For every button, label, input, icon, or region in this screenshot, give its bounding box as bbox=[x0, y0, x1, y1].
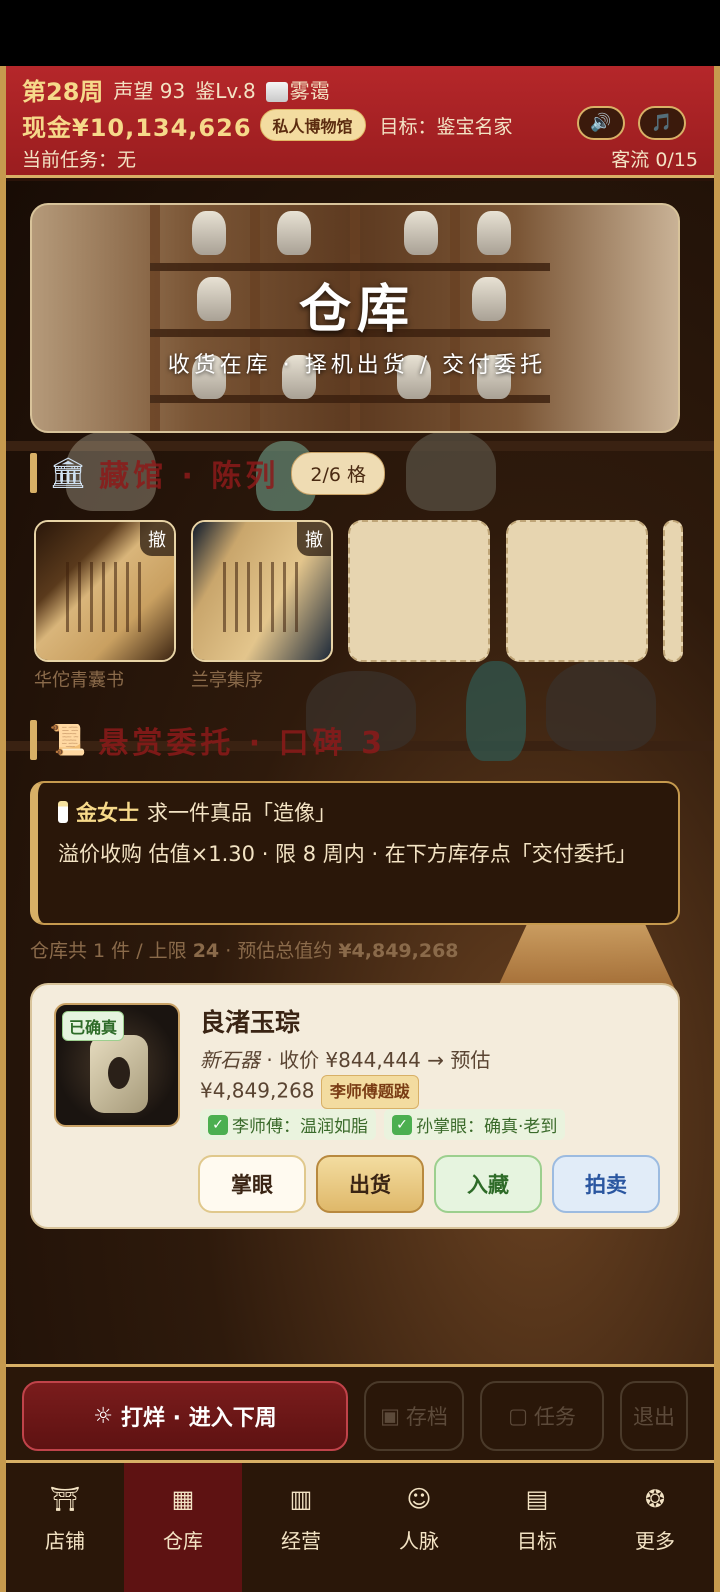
commission-section-header: 📜 悬赏委托 · 口碑 3 bbox=[30, 718, 386, 762]
item-era: 新石器 bbox=[200, 1048, 260, 1072]
tasks-button[interactable]: ▢ 任务 bbox=[480, 1381, 604, 1451]
inventory-summary: 仓库共 1 件 / 上限 24 · 预估总值约 ¥4,849,268 bbox=[30, 936, 459, 963]
bottom-tab-bar: ⛩ 店铺 ▦ 仓库 ▥ 经营 ☺ 人脉 ▤ 目标 ❂ 更多 bbox=[6, 1460, 714, 1592]
client-request: 求一件真品「造像」 bbox=[147, 801, 336, 825]
museum-button[interactable]: 私人博物馆 bbox=[259, 109, 366, 141]
gallery-item-label: 兰亭集序 bbox=[191, 670, 263, 691]
gallery-slot-empty[interactable] bbox=[663, 520, 683, 662]
appraisal-level: 鉴Lv.8 bbox=[195, 78, 256, 103]
inventory-item-card[interactable]: 已确真 良渚玉琮 新石器 · 收价 ¥844,444 → 预估 ¥4,849,2… bbox=[30, 983, 680, 1229]
gallery-slot[interactable]: 撤 bbox=[34, 520, 176, 662]
week-counter: 第28周 bbox=[22, 77, 104, 106]
chest-icon: ▦ bbox=[171, 1485, 195, 1513]
gallery-title: 藏馆 · 陈列 bbox=[99, 459, 280, 494]
gallery-item-label: 华佗青囊书 bbox=[34, 670, 124, 691]
sell-button[interactable]: 出货 bbox=[316, 1155, 424, 1213]
gourd-icon: ❂ bbox=[644, 1485, 666, 1513]
gallery-slot[interactable]: 撤 bbox=[191, 520, 333, 662]
warehouse-banner: 仓库 收货在库 · 择机出货 / 交付委托 bbox=[30, 203, 680, 433]
tab-shop[interactable]: ⛩ 店铺 bbox=[6, 1463, 124, 1592]
reputation: 声望 93 bbox=[113, 78, 186, 103]
commission-card[interactable]: 金女士 求一件真品「造像」 溢价收购 估值×1.30 · 限 8 周内 · 在下… bbox=[30, 781, 680, 925]
tab-more[interactable]: ❂ 更多 bbox=[596, 1463, 714, 1592]
tab-warehouse[interactable]: ▦ 仓库 bbox=[124, 1463, 242, 1592]
section-accent-bar bbox=[30, 453, 37, 493]
item-estimate: ¥4,849,268 bbox=[200, 1078, 315, 1103]
scroll-icon: 📜 bbox=[49, 722, 87, 758]
total-value: ¥4,849,268 bbox=[338, 940, 459, 962]
appraisal-tag: ✓ 孙掌眼：确真·老到 bbox=[384, 1109, 566, 1140]
goal-label: 目标：鉴宝名家 bbox=[379, 115, 513, 138]
client-name: 金女士 bbox=[76, 801, 139, 825]
cash-balance: 现金¥10,134,626 bbox=[22, 113, 252, 142]
commission-details: 溢价收购 估值×1.30 · 限 8 周内 · 在下方库存点「交付委托」 bbox=[58, 842, 637, 866]
check-icon: ✓ bbox=[392, 1114, 412, 1135]
verified-badge: 已确真 bbox=[62, 1011, 125, 1041]
page-title: 仓库 bbox=[298, 280, 415, 340]
scroll-icon: ▤ bbox=[525, 1485, 549, 1513]
page-subtitle: 收货在库 · 择机出货 / 交付委托 bbox=[167, 353, 547, 378]
tab-goals[interactable]: ▤ 目标 bbox=[478, 1463, 596, 1592]
museum-icon: 🏛 bbox=[49, 455, 88, 491]
current-task: 当前任务：无 bbox=[22, 148, 137, 171]
appraisal-tag: ✓ 李师傅：温润如脂 bbox=[200, 1109, 376, 1140]
fog-icon bbox=[265, 82, 288, 102]
music-toggle-button[interactable]: 🎵 bbox=[638, 106, 686, 140]
weather-status: 雾霭 bbox=[265, 75, 330, 104]
check-icon: ✓ bbox=[208, 1114, 228, 1135]
value-text: · 预估总值约 bbox=[219, 940, 339, 962]
gallery-slot-empty[interactable] bbox=[348, 520, 490, 662]
auction-button[interactable]: 拍卖 bbox=[552, 1155, 660, 1213]
weather-label: 雾霭 bbox=[289, 78, 330, 103]
remove-button[interactable]: 撤 bbox=[297, 522, 331, 556]
inventory-limit: 24 bbox=[192, 940, 220, 962]
sound-toggle-button[interactable]: 🔊 bbox=[577, 106, 625, 140]
save-button[interactable]: ▣ 存档 bbox=[364, 1381, 464, 1451]
remove-button[interactable]: 撤 bbox=[140, 522, 174, 556]
tab-contacts[interactable]: ☺ 人脉 bbox=[360, 1463, 478, 1592]
jade-cong-image bbox=[90, 1035, 148, 1113]
abacus-icon: ▥ bbox=[289, 1485, 313, 1513]
inscription-badge: 李师傅题跋 bbox=[320, 1075, 419, 1109]
inventory-count: 仓库共 1 件 / 上限 bbox=[30, 940, 193, 962]
item-meta: 新石器 · 收价 ¥844,444 → 预估 ¥4,849,268 李师傅题跋 bbox=[200, 1045, 660, 1109]
game-header: 第28周 声望 93 鉴Lv.8 雾霭 现金¥10,134,626 私人博物馆 … bbox=[6, 66, 714, 178]
next-week-button[interactable]: ☼ 打烊 · 进入下周 bbox=[22, 1381, 348, 1451]
shop-icon: ⛩ bbox=[49, 1485, 81, 1513]
item-name: 良渚玉琮 bbox=[200, 1008, 301, 1037]
candle-icon bbox=[58, 801, 68, 823]
gallery-slot-empty[interactable] bbox=[506, 520, 648, 662]
collect-button[interactable]: 入藏 bbox=[434, 1155, 542, 1213]
speaker-icon: 🔊 bbox=[590, 113, 612, 133]
item-price: · 收价 ¥844,444 → 预估 bbox=[260, 1048, 491, 1072]
commission-title: 悬赏委托 · 口碑 3 bbox=[98, 726, 386, 761]
appraise-button[interactable]: 掌眼 bbox=[198, 1155, 306, 1213]
gallery-slot-count: 2/6 格 bbox=[291, 451, 386, 495]
task-icon: ▢ bbox=[508, 1404, 528, 1428]
tab-business[interactable]: ▥ 经营 bbox=[242, 1463, 360, 1592]
gallery-section-header: 🏛 藏馆 · 陈列 2/6 格 bbox=[30, 451, 386, 495]
status-bar bbox=[0, 0, 720, 66]
sun-icon: ☼ bbox=[93, 1403, 114, 1429]
music-note-icon: 🎵 bbox=[651, 113, 673, 133]
people-icon: ☺ bbox=[406, 1485, 432, 1513]
quit-button[interactable]: 退出 bbox=[620, 1381, 688, 1451]
section-accent-bar bbox=[30, 720, 37, 760]
customer-flow: 客流 0/15 bbox=[611, 148, 698, 171]
save-icon: ▣ bbox=[380, 1404, 400, 1428]
item-thumbnail[interactable]: 已确真 bbox=[54, 1003, 180, 1127]
action-bar: ☼ 打烊 · 进入下周 ▣ 存档 ▢ 任务 退出 bbox=[6, 1364, 714, 1460]
